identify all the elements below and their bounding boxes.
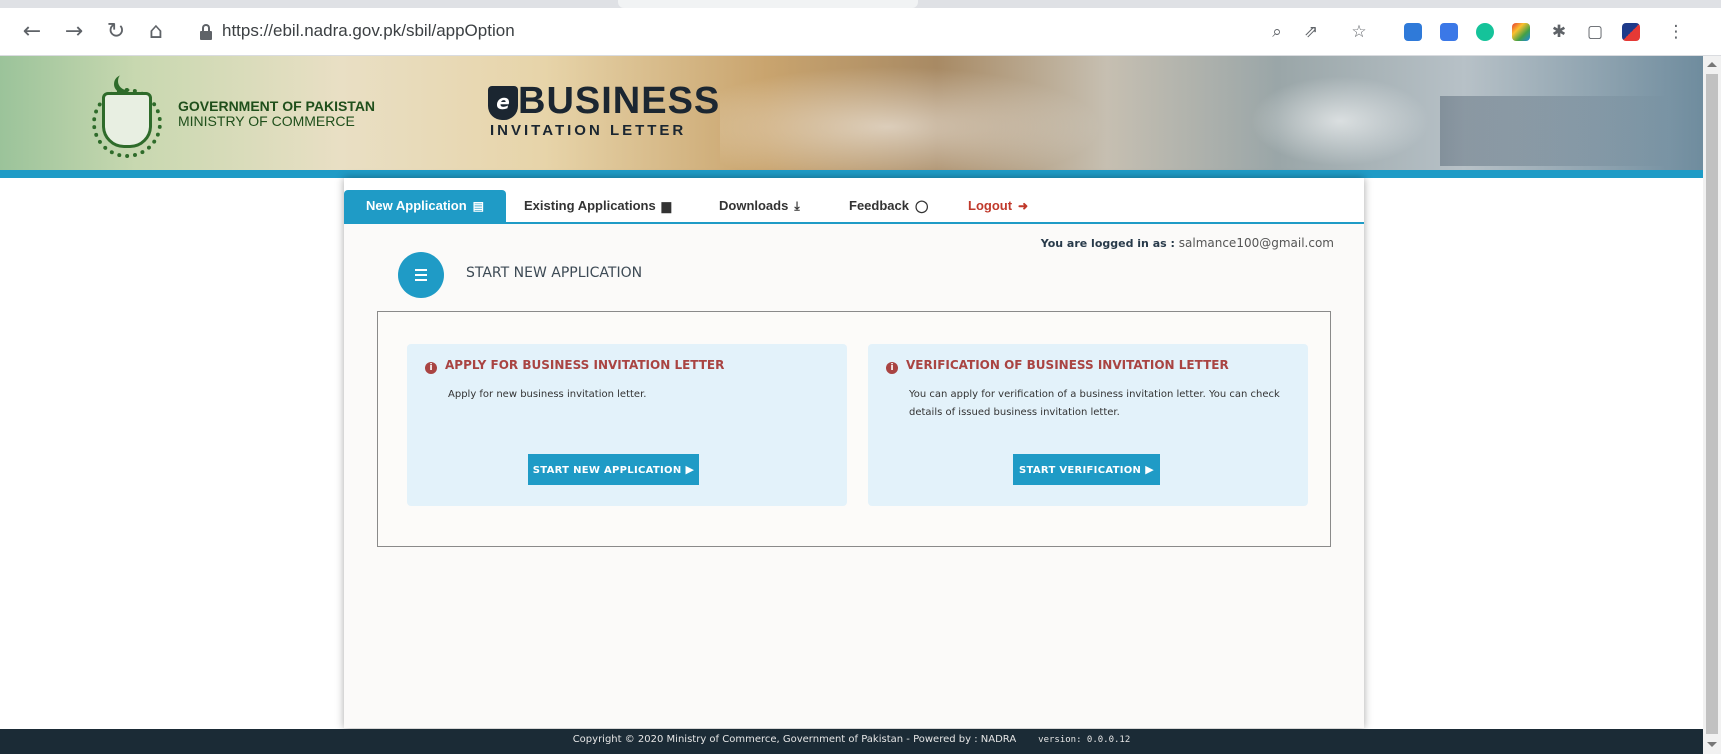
play-icon: ▶: [685, 463, 695, 476]
verification-card-title-text: VERIFICATION OF BUSINESS INVITATION LETT…: [906, 358, 1229, 372]
back-arrow-icon[interactable]: ←: [18, 18, 46, 46]
share-icon[interactable]: ⇗: [1301, 22, 1321, 42]
page-title: START NEW APPLICATION: [466, 265, 643, 281]
tab-downloads[interactable]: Downloads ⤓: [719, 190, 800, 222]
apply-card-title-text: APPLY FOR BUSINESS INVITATION LETTER: [445, 358, 725, 372]
info-circle-icon: i: [425, 362, 437, 374]
banner-divider: [0, 170, 1703, 178]
scroll-up-icon[interactable]: [1707, 62, 1717, 67]
tab-existing-applications[interactable]: Existing Applications ▆: [524, 190, 671, 222]
tab-new-application[interactable]: New Application ▤: [344, 190, 506, 222]
menu-dots-icon[interactable]: ⋮: [1666, 22, 1686, 42]
forward-arrow-icon[interactable]: →: [60, 18, 88, 46]
comment-icon: ◯: [914, 199, 929, 213]
footer-version: version: 0.0.0.12: [1038, 735, 1131, 745]
footer-copyright: Copyright © 2020 Ministry of Commerce, G…: [572, 734, 1017, 745]
logo-title: BUSINESS: [518, 80, 721, 122]
nav-tabs: New Application ▤ Existing Applications ▆ …: [344, 190, 1364, 224]
apply-card: i APPLY FOR BUSINESS INVITATION LETTER Ap…: [407, 344, 847, 506]
tab-label: New Application: [366, 198, 467, 213]
browser-toolbar: ← → ↻ ⌂ https://ebil.nadra.gov.pk/sbil/a…: [0, 8, 1721, 56]
extension-color-icon[interactable]: [1512, 23, 1530, 41]
state-emblem-icon: [92, 70, 162, 158]
apply-card-description: Apply for new business invitation letter…: [448, 389, 647, 400]
extension-badge-icon[interactable]: [1440, 23, 1458, 41]
info-circle-icon: i: [886, 362, 898, 374]
tab-content: You are logged in as : salmance100@gmail…: [344, 224, 1364, 728]
tab-label: Feedback: [849, 198, 909, 213]
sidebar-icon[interactable]: ▢: [1585, 22, 1605, 42]
page-scrollbar[interactable]: [1703, 56, 1721, 754]
tab-logout[interactable]: Logout ➜: [968, 190, 1028, 222]
gov-line1: GOVERNMENT OF PAKISTAN: [178, 98, 376, 114]
extensions-puzzle-icon[interactable]: ✱: [1549, 22, 1569, 42]
scrollbar-thumb[interactable]: [1706, 74, 1718, 734]
home-icon[interactable]: ⌂: [142, 18, 170, 46]
options-box: i APPLY FOR BUSINESS INVITATION LETTER Ap…: [377, 311, 1331, 547]
verification-card-description: You can apply for verification of a busi…: [909, 389, 1280, 418]
site-footer: Copyright © 2020 Ministry of Commerce, G…: [0, 729, 1703, 754]
start-new-application-button[interactable]: START NEW APPLICATION ▶: [528, 454, 699, 485]
document-icon: ▤: [472, 199, 484, 213]
briefcase-icon: ▆: [661, 199, 671, 213]
e-shield-icon: e: [488, 86, 518, 120]
start-verification-button[interactable]: START VERIFICATION ▶: [1013, 454, 1160, 485]
button-label: START NEW APPLICATION: [532, 465, 682, 476]
tab-label: Downloads: [719, 198, 789, 213]
tab-label: Existing Applications: [524, 198, 656, 213]
logged-in-label: You are logged in as :: [1040, 237, 1175, 250]
reload-icon[interactable]: ↻: [102, 18, 130, 46]
download-icon: ⤓: [794, 199, 800, 213]
url-text[interactable]: https://ebil.nadra.gov.pk/sbil/appOption: [222, 21, 515, 41]
address-bar[interactable]: https://ebil.nadra.gov.pk/sbil/appOption: [190, 20, 1230, 46]
browser-tab-strip: [0, 0, 1721, 8]
verification-card-title: i VERIFICATION OF BUSINESS INVITATION LET…: [886, 358, 1229, 374]
bookmark-star-icon[interactable]: ☆: [1349, 22, 1369, 42]
scroll-down-icon[interactable]: [1707, 742, 1717, 747]
verification-card: i VERIFICATION OF BUSINESS INVITATION LET…: [868, 344, 1308, 506]
browser-tab[interactable]: [618, 0, 918, 8]
main-panel: New Application ▤ Existing Applications ▆ …: [344, 178, 1364, 728]
tab-label: Logout: [968, 198, 1013, 213]
gov-line2: MINISTRY OF COMMERCE: [178, 113, 355, 129]
extension-grammarly-icon[interactable]: [1476, 23, 1494, 41]
tab-feedback[interactable]: Feedback ◯: [849, 190, 928, 222]
sign-out-icon: ➜: [1018, 199, 1029, 213]
zoom-icon[interactable]: ⌕: [1267, 22, 1287, 42]
apply-card-title: i APPLY FOR BUSINESS INVITATION LETTER: [425, 358, 724, 374]
user-email: salmance100@gmail.com: [1178, 236, 1334, 250]
menu-lines-icon: [398, 252, 444, 298]
gov-title: GOVERNMENT OF PAKISTAN MINISTRY OF COMME…: [178, 99, 375, 129]
logged-in-info: You are logged in as : salmance100@gmail…: [1041, 236, 1334, 250]
button-label: START VERIFICATION: [1019, 465, 1142, 476]
logo-subtitle: INVITATION LETTER: [490, 122, 687, 139]
play-icon: ▶: [1145, 463, 1154, 476]
profile-avatar-icon[interactable]: [1622, 23, 1640, 41]
extension-zoom-icon[interactable]: [1404, 23, 1422, 41]
lock-icon[interactable]: [200, 24, 212, 40]
